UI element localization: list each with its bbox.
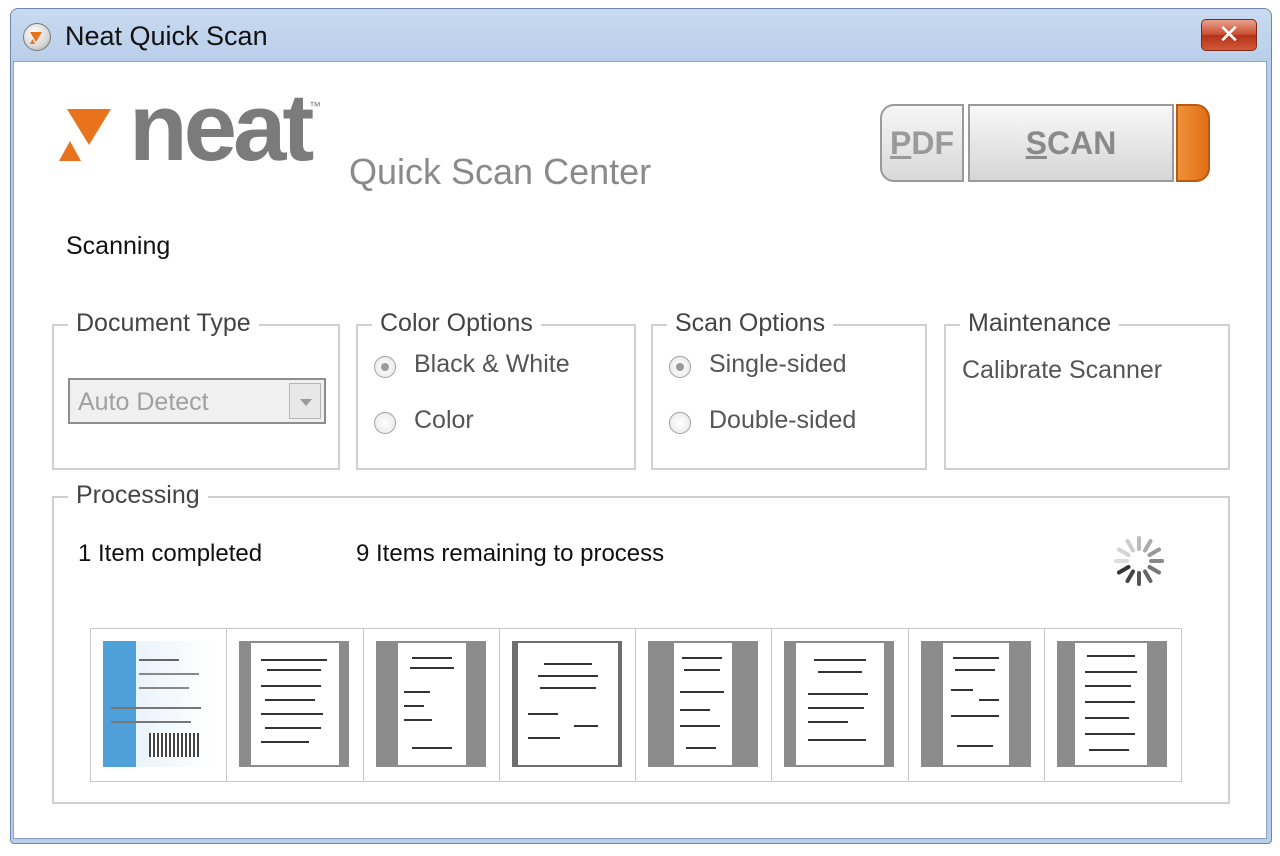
scan-options-group: Scan Options Single-sided Double-sided: [651, 309, 927, 470]
window-title: Neat Quick Scan: [65, 21, 268, 51]
neat-logo-mark-icon: [59, 109, 111, 161]
maintenance-group: Maintenance Calibrate Scanner: [944, 309, 1230, 470]
color-options-legend: Color Options: [372, 309, 541, 338]
processing-legend: Processing: [68, 481, 208, 510]
scan-button[interactable]: SCAN: [968, 104, 1174, 182]
items-completed-text: 1 Item completed: [78, 540, 263, 567]
pdf-button-label: DF: [911, 125, 954, 161]
scanned-thumbnail[interactable]: [1045, 629, 1181, 781]
radio-button-icon[interactable]: [669, 356, 691, 378]
close-icon: ✕: [1218, 19, 1240, 49]
logo-wordmark: neat: [129, 74, 314, 181]
client-area: neat ™ Quick Scan Center PDF SCAN Scanni…: [13, 61, 1267, 839]
scanned-thumbnail[interactable]: [91, 629, 228, 781]
document-type-value: Auto Detect: [78, 388, 209, 416]
radio-label: Color: [414, 406, 474, 434]
scan-button-mnemonic: S: [1025, 125, 1047, 161]
app-window: Neat Quick Scan ✕ neat ™ Quick Scan Cent…: [10, 8, 1272, 844]
neat-logo: neat ™ Quick Scan Center: [59, 74, 699, 197]
close-button[interactable]: ✕: [1201, 19, 1257, 51]
neat-app-icon[interactable]: [23, 23, 51, 51]
document-type-select[interactable]: Auto Detect: [68, 378, 326, 424]
radio-label: Single-sided: [709, 350, 847, 378]
scanned-thumbnail[interactable]: [227, 629, 364, 781]
scanned-thumbnail[interactable]: [500, 629, 636, 781]
processing-group: Processing 1 Item completed 9 Items rema…: [52, 481, 1230, 804]
maintenance-legend: Maintenance: [960, 309, 1120, 338]
title-bar[interactable]: Neat Quick Scan ✕: [11, 9, 1271, 63]
document-type-legend: Document Type: [68, 309, 259, 338]
scan-button-accent[interactable]: [1176, 104, 1210, 182]
chevron-down-icon[interactable]: [289, 383, 321, 419]
document-type-group: Document Type Auto Detect: [52, 309, 340, 470]
calibrate-scanner-link[interactable]: Calibrate Scanner: [962, 356, 1162, 385]
loading-spinner-icon: [1114, 536, 1164, 586]
scanned-thumbnail[interactable]: [772, 629, 909, 781]
logo-trademark: ™: [309, 99, 321, 113]
pdf-button-mnemonic: P: [890, 125, 912, 161]
radio-label: Double-sided: [709, 406, 857, 434]
scanned-thumbnail[interactable]: [636, 629, 773, 781]
scan-options-legend: Scan Options: [667, 309, 834, 338]
scanned-thumbnail[interactable]: [364, 629, 500, 781]
items-remaining-text: 9 Items remaining to process: [356, 540, 665, 567]
radio-button-icon[interactable]: [374, 356, 396, 378]
radio-label: Black & White: [414, 350, 570, 378]
scan-button-label: CAN: [1047, 125, 1117, 161]
color-options-group: Color Options Black & White Color: [356, 309, 636, 470]
radio-button-icon[interactable]: [669, 412, 691, 434]
scanned-thumbnail[interactable]: [909, 629, 1045, 781]
status-text: Scanning: [66, 232, 171, 260]
logo-subtitle: Quick Scan Center: [349, 151, 652, 192]
thumbnail-strip: [90, 628, 1182, 782]
radio-button-icon[interactable]: [374, 412, 396, 434]
pdf-button[interactable]: PDF: [880, 104, 964, 182]
